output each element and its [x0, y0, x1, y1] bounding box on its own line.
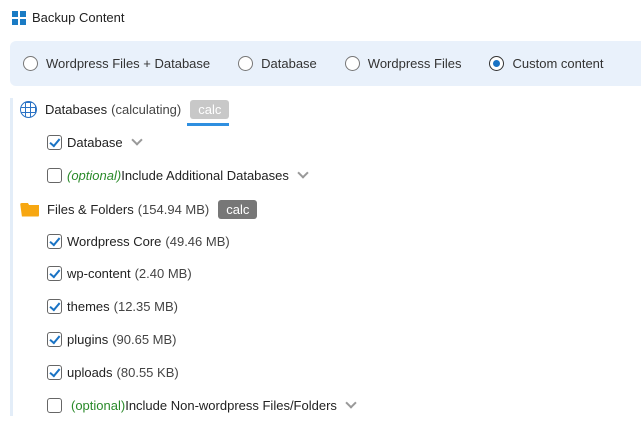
radio-circle[interactable]: [344, 56, 360, 71]
checkbox-label: plugins: [67, 332, 109, 347]
checkbox-label: themes: [67, 299, 110, 314]
radio-circle[interactable]: [489, 56, 505, 71]
radio-wordpress-files-database[interactable]: Wordpress Files + Database: [23, 56, 210, 71]
databases-section-header: Databases (calculating) calc: [20, 100, 230, 126]
checkbox-non-wordpress-files[interactable]: [47, 398, 62, 413]
section-header: Backup Content: [12, 10, 125, 25]
backup-type-selector: Wordpress Files + Database Database Word…: [10, 41, 641, 86]
optional-tag: (optional): [71, 398, 126, 413]
files-label: Files & Folders: [47, 202, 134, 217]
radio-custom-content[interactable]: Custom content: [489, 56, 604, 71]
radio-label: Database: [261, 56, 317, 71]
globe-icon: [20, 101, 37, 118]
database-checkbox-row[interactable]: Database: [47, 134, 143, 150]
checkbox-label: Database: [67, 135, 123, 150]
radio-circle[interactable]: [238, 56, 254, 71]
radio-database[interactable]: Database: [238, 56, 317, 71]
item-size: (90.65 MB): [112, 332, 177, 347]
radio-label: Wordpress Files + Database: [46, 56, 211, 71]
checkbox-row-plugins[interactable]: plugins (90.65 MB): [47, 332, 177, 347]
files-size: (154.94 MB): [137, 202, 210, 217]
checkbox-database[interactable]: [47, 135, 62, 150]
checkbox-label: wp-content: [67, 266, 131, 281]
databases-label: Databases: [45, 102, 108, 117]
folder-icon: [20, 202, 39, 217]
grid-icon: [12, 10, 26, 25]
non-wordpress-files-row[interactable]: (optional) Include Non-wordpress Files/F…: [47, 397, 357, 413]
checkbox-label: Include Non-wordpress Files/Folders: [125, 398, 337, 413]
checkbox-label: Include Additional Databases: [121, 168, 289, 183]
item-size: (12.35 MB): [113, 299, 178, 314]
files-calc-button[interactable]: calc: [218, 200, 258, 219]
checkbox-row-themes[interactable]: themes (12.35 MB): [47, 299, 178, 314]
checkbox-row-wordpress-core[interactable]: Wordpress Core (49.46 MB): [47, 234, 230, 249]
section-title: Backup Content: [32, 10, 125, 25]
checkbox-label: uploads: [67, 365, 113, 380]
databases-calc-button[interactable]: calc: [187, 100, 230, 126]
radio-label: Wordpress Files: [367, 56, 462, 71]
chevron-down-icon[interactable]: [297, 167, 309, 179]
checkbox-uploads[interactable]: [47, 365, 62, 380]
radio-label: Custom content: [512, 56, 604, 71]
databases-status: (calculating): [111, 102, 182, 117]
chevron-down-icon[interactable]: [345, 397, 357, 409]
checkbox-label: Wordpress Core: [67, 234, 162, 249]
checkbox-additional-databases[interactable]: [47, 168, 62, 183]
additional-databases-row[interactable]: (optional) Include Additional Databases: [47, 167, 309, 183]
radio-circle[interactable]: [23, 56, 38, 71]
checkbox-themes[interactable]: [47, 299, 62, 314]
checkbox-row-wp-content[interactable]: wp-content (2.40 MB): [47, 266, 192, 281]
checkbox-row-uploads[interactable]: uploads (80.55 KB): [47, 365, 179, 380]
item-size: (49.46 MB): [165, 234, 230, 249]
radio-wordpress-files[interactable]: Wordpress Files: [344, 56, 462, 71]
optional-tag: (optional): [67, 168, 122, 183]
files-section-header: Files & Folders (154.94 MB) calc: [20, 200, 258, 219]
item-size: (80.55 KB): [116, 365, 179, 380]
checkbox-plugins[interactable]: [47, 332, 62, 347]
checkbox-wordpress-core[interactable]: [47, 234, 62, 249]
chevron-down-icon[interactable]: [130, 134, 143, 146]
item-size: (2.40 MB): [134, 266, 192, 281]
checkbox-wp-content[interactable]: [47, 266, 62, 281]
tree-guide-line: [10, 98, 13, 416]
